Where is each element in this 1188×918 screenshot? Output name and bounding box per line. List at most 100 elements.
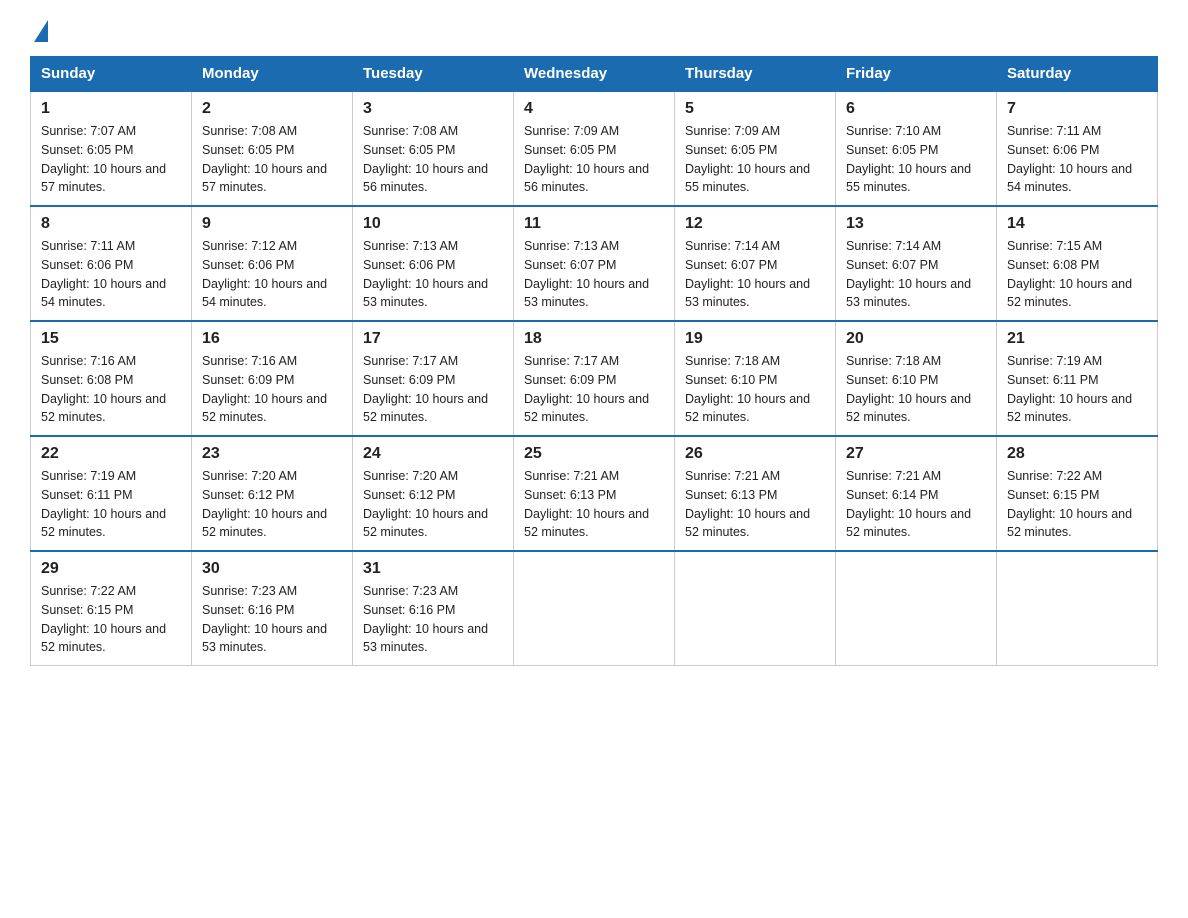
logo [30,20,48,40]
day-info: Sunrise: 7:11 AMSunset: 6:06 PMDaylight:… [41,237,181,312]
calendar-day-cell: 3 Sunrise: 7:08 AMSunset: 6:05 PMDayligh… [353,91,514,206]
day-info: Sunrise: 7:14 AMSunset: 6:07 PMDaylight:… [846,237,986,312]
calendar-day-header: Friday [836,57,997,92]
day-number: 20 [846,330,986,348]
day-number: 28 [1007,445,1147,463]
day-info: Sunrise: 7:14 AMSunset: 6:07 PMDaylight:… [685,237,825,312]
day-info: Sunrise: 7:07 AMSunset: 6:05 PMDaylight:… [41,122,181,197]
day-info: Sunrise: 7:15 AMSunset: 6:08 PMDaylight:… [1007,237,1147,312]
calendar-day-cell: 8 Sunrise: 7:11 AMSunset: 6:06 PMDayligh… [31,206,192,321]
calendar-day-header: Thursday [675,57,836,92]
day-info: Sunrise: 7:18 AMSunset: 6:10 PMDaylight:… [685,352,825,427]
logo-triangle-icon [34,20,48,42]
day-number: 17 [363,330,503,348]
day-info: Sunrise: 7:16 AMSunset: 6:09 PMDaylight:… [202,352,342,427]
day-info: Sunrise: 7:16 AMSunset: 6:08 PMDaylight:… [41,352,181,427]
day-number: 21 [1007,330,1147,348]
day-info: Sunrise: 7:17 AMSunset: 6:09 PMDaylight:… [363,352,503,427]
calendar-day-cell: 9 Sunrise: 7:12 AMSunset: 6:06 PMDayligh… [192,206,353,321]
calendar-day-cell [675,551,836,666]
calendar-day-cell: 12 Sunrise: 7:14 AMSunset: 6:07 PMDaylig… [675,206,836,321]
day-info: Sunrise: 7:09 AMSunset: 6:05 PMDaylight:… [685,122,825,197]
calendar-day-cell: 25 Sunrise: 7:21 AMSunset: 6:13 PMDaylig… [514,436,675,551]
calendar-day-cell [836,551,997,666]
day-number: 29 [41,560,181,578]
day-info: Sunrise: 7:19 AMSunset: 6:11 PMDaylight:… [41,467,181,542]
day-number: 25 [524,445,664,463]
day-info: Sunrise: 7:19 AMSunset: 6:11 PMDaylight:… [1007,352,1147,427]
day-number: 10 [363,215,503,233]
calendar-day-cell: 6 Sunrise: 7:10 AMSunset: 6:05 PMDayligh… [836,91,997,206]
calendar-day-header: Tuesday [353,57,514,92]
day-info: Sunrise: 7:13 AMSunset: 6:07 PMDaylight:… [524,237,664,312]
day-info: Sunrise: 7:08 AMSunset: 6:05 PMDaylight:… [202,122,342,197]
calendar-week-row: 22 Sunrise: 7:19 AMSunset: 6:11 PMDaylig… [31,436,1158,551]
day-info: Sunrise: 7:09 AMSunset: 6:05 PMDaylight:… [524,122,664,197]
calendar-day-header: Saturday [997,57,1158,92]
day-number: 26 [685,445,825,463]
day-number: 8 [41,215,181,233]
calendar-day-cell: 11 Sunrise: 7:13 AMSunset: 6:07 PMDaylig… [514,206,675,321]
day-info: Sunrise: 7:18 AMSunset: 6:10 PMDaylight:… [846,352,986,427]
day-number: 11 [524,215,664,233]
calendar-day-header: Monday [192,57,353,92]
day-info: Sunrise: 7:17 AMSunset: 6:09 PMDaylight:… [524,352,664,427]
day-number: 19 [685,330,825,348]
day-number: 1 [41,100,181,118]
calendar-day-cell: 31 Sunrise: 7:23 AMSunset: 6:16 PMDaylig… [353,551,514,666]
day-info: Sunrise: 7:22 AMSunset: 6:15 PMDaylight:… [1007,467,1147,542]
day-number: 13 [846,215,986,233]
calendar-day-cell: 23 Sunrise: 7:20 AMSunset: 6:12 PMDaylig… [192,436,353,551]
day-info: Sunrise: 7:22 AMSunset: 6:15 PMDaylight:… [41,582,181,657]
day-number: 24 [363,445,503,463]
day-info: Sunrise: 7:21 AMSunset: 6:14 PMDaylight:… [846,467,986,542]
calendar-day-cell: 22 Sunrise: 7:19 AMSunset: 6:11 PMDaylig… [31,436,192,551]
day-number: 9 [202,215,342,233]
calendar-day-cell: 29 Sunrise: 7:22 AMSunset: 6:15 PMDaylig… [31,551,192,666]
calendar-table: SundayMondayTuesdayWednesdayThursdayFrid… [30,56,1158,666]
calendar-day-cell [997,551,1158,666]
calendar-day-cell: 5 Sunrise: 7:09 AMSunset: 6:05 PMDayligh… [675,91,836,206]
day-number: 18 [524,330,664,348]
day-info: Sunrise: 7:21 AMSunset: 6:13 PMDaylight:… [524,467,664,542]
day-number: 15 [41,330,181,348]
calendar-day-cell: 13 Sunrise: 7:14 AMSunset: 6:07 PMDaylig… [836,206,997,321]
calendar-day-cell: 10 Sunrise: 7:13 AMSunset: 6:06 PMDaylig… [353,206,514,321]
day-info: Sunrise: 7:08 AMSunset: 6:05 PMDaylight:… [363,122,503,197]
calendar-day-cell: 27 Sunrise: 7:21 AMSunset: 6:14 PMDaylig… [836,436,997,551]
day-number: 3 [363,100,503,118]
day-number: 2 [202,100,342,118]
calendar-day-cell: 2 Sunrise: 7:08 AMSunset: 6:05 PMDayligh… [192,91,353,206]
calendar-day-cell: 7 Sunrise: 7:11 AMSunset: 6:06 PMDayligh… [997,91,1158,206]
calendar-week-row: 8 Sunrise: 7:11 AMSunset: 6:06 PMDayligh… [31,206,1158,321]
calendar-day-header: Sunday [31,57,192,92]
page-header [30,20,1158,40]
calendar-header-row: SundayMondayTuesdayWednesdayThursdayFrid… [31,57,1158,92]
day-info: Sunrise: 7:10 AMSunset: 6:05 PMDaylight:… [846,122,986,197]
day-number: 7 [1007,100,1147,118]
calendar-day-cell: 30 Sunrise: 7:23 AMSunset: 6:16 PMDaylig… [192,551,353,666]
day-info: Sunrise: 7:11 AMSunset: 6:06 PMDaylight:… [1007,122,1147,197]
calendar-day-cell: 17 Sunrise: 7:17 AMSunset: 6:09 PMDaylig… [353,321,514,436]
day-info: Sunrise: 7:21 AMSunset: 6:13 PMDaylight:… [685,467,825,542]
calendar-day-cell: 16 Sunrise: 7:16 AMSunset: 6:09 PMDaylig… [192,321,353,436]
calendar-day-cell: 1 Sunrise: 7:07 AMSunset: 6:05 PMDayligh… [31,91,192,206]
day-number: 23 [202,445,342,463]
calendar-day-cell: 28 Sunrise: 7:22 AMSunset: 6:15 PMDaylig… [997,436,1158,551]
day-info: Sunrise: 7:20 AMSunset: 6:12 PMDaylight:… [202,467,342,542]
calendar-week-row: 15 Sunrise: 7:16 AMSunset: 6:08 PMDaylig… [31,321,1158,436]
day-info: Sunrise: 7:12 AMSunset: 6:06 PMDaylight:… [202,237,342,312]
day-number: 27 [846,445,986,463]
day-number: 30 [202,560,342,578]
calendar-week-row: 1 Sunrise: 7:07 AMSunset: 6:05 PMDayligh… [31,91,1158,206]
calendar-day-cell: 19 Sunrise: 7:18 AMSunset: 6:10 PMDaylig… [675,321,836,436]
calendar-week-row: 29 Sunrise: 7:22 AMSunset: 6:15 PMDaylig… [31,551,1158,666]
day-number: 4 [524,100,664,118]
day-info: Sunrise: 7:23 AMSunset: 6:16 PMDaylight:… [363,582,503,657]
day-number: 14 [1007,215,1147,233]
day-info: Sunrise: 7:13 AMSunset: 6:06 PMDaylight:… [363,237,503,312]
day-number: 31 [363,560,503,578]
calendar-day-cell: 24 Sunrise: 7:20 AMSunset: 6:12 PMDaylig… [353,436,514,551]
calendar-day-cell: 26 Sunrise: 7:21 AMSunset: 6:13 PMDaylig… [675,436,836,551]
calendar-day-cell: 20 Sunrise: 7:18 AMSunset: 6:10 PMDaylig… [836,321,997,436]
